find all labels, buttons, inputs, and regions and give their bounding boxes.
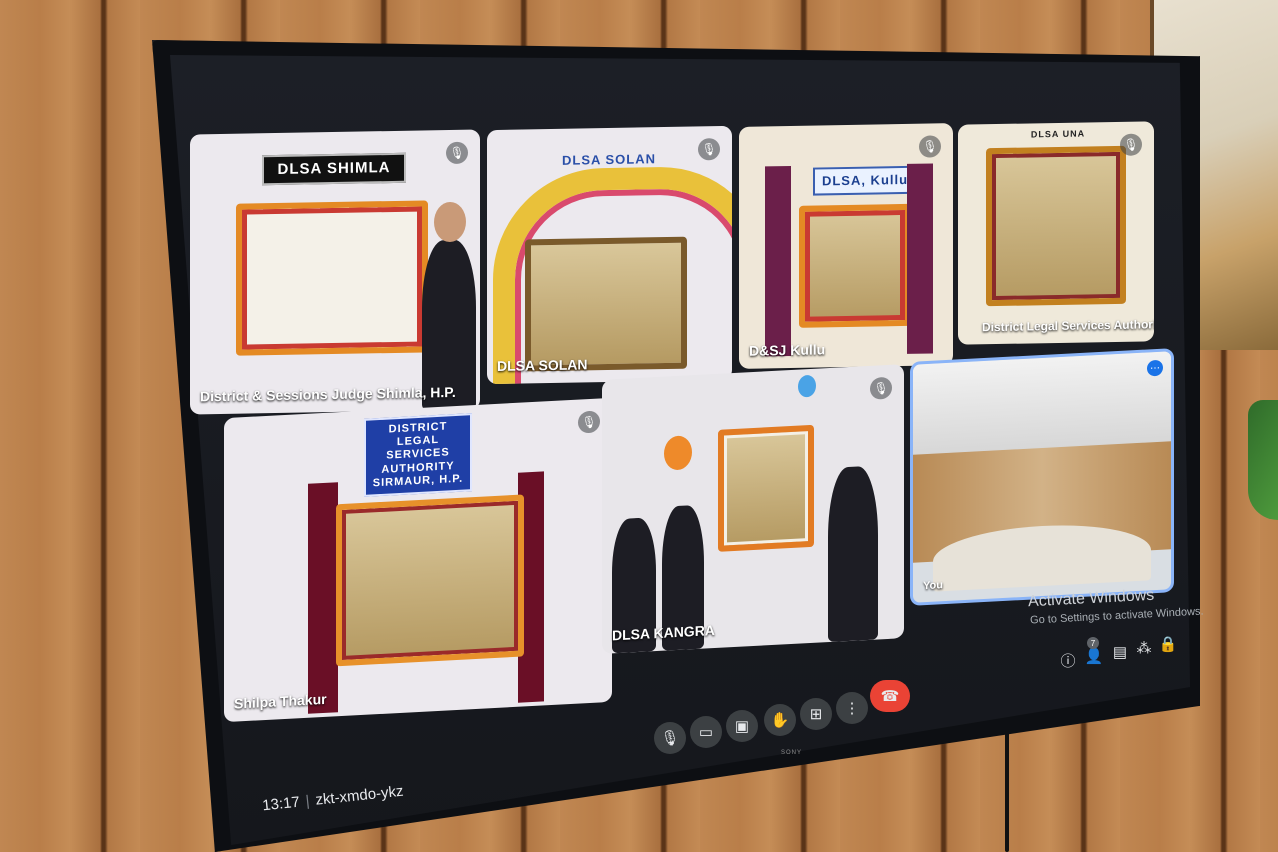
present-button[interactable]: ⊞ (800, 698, 832, 730)
muted-mic-icon: 🎙 (919, 135, 941, 158)
activities-icon[interactable]: ⁂ (1134, 638, 1154, 658)
host-controls-icon[interactable]: 🔒 (1158, 634, 1178, 654)
raise-hand-button[interactable]: ✋ (764, 704, 796, 736)
plaque-frame (718, 424, 814, 552)
meeting-details-icon[interactable]: ⓘ (1058, 650, 1078, 670)
balloon-blue (798, 374, 816, 398)
plaque-sign: DLSA SOLAN (561, 151, 657, 168)
curtain-right (907, 163, 933, 354)
muted-mic-icon: 🎙 (870, 376, 892, 400)
more-options-button[interactable]: ⋮ (836, 692, 868, 724)
participant-name: You (923, 579, 943, 593)
curtain-left (308, 482, 338, 714)
tv-brand-logo: SONY (781, 750, 803, 756)
person-head (434, 201, 466, 243)
participant-tile-sirmaur[interactable]: DISTRICT LEGAL SERVICES AUTHORITY SIRMAU… (224, 397, 612, 723)
plaque-frame (986, 145, 1126, 307)
participant-name: District & Sessions Judge Shimla, H.P. (200, 383, 456, 405)
camera-button[interactable]: ▭ (690, 716, 722, 748)
participant-name: District Legal Services Authority Una (982, 317, 1154, 335)
room-ceiling (913, 351, 1171, 455)
person-figure (828, 465, 878, 643)
muted-mic-icon: 🎙 (446, 141, 468, 165)
plaque-frame (799, 203, 911, 328)
participant-tile-self[interactable]: ⋯ You (910, 348, 1174, 606)
curtain-left (765, 165, 791, 357)
captions-button[interactable]: ▣ (726, 710, 758, 742)
people-count-badge: 7 (1087, 637, 1099, 649)
leave-call-button[interactable]: ☎ (870, 680, 910, 712)
participant-tile-una[interactable]: DLSA UNA 🎙 District Legal Services Autho… (958, 121, 1154, 345)
plant-leaf (1248, 400, 1278, 520)
muted-mic-icon: 🎙 (698, 138, 720, 161)
participant-name: D&SJ Kullu (749, 341, 826, 359)
plaque-frame (236, 200, 428, 356)
participant-tile-solan[interactable]: DLSA SOLAN 🎙 DLSA SOLAN (487, 125, 732, 385)
muted-mic-icon: 🎙 (578, 410, 600, 434)
info-separator: | (304, 792, 311, 810)
plaque-sign: DLSA, Kullu (813, 165, 917, 196)
mic-button[interactable]: 🎙 (654, 722, 686, 754)
tv-cable (1005, 720, 1009, 852)
participant-tile-kullu[interactable]: DLSA, Kullu 🎙 D&SJ Kullu (739, 123, 953, 369)
participant-tile-shimla[interactable]: DLSA SHIMLA 🎙 District & Sessions Judge … (190, 129, 480, 415)
chat-icon[interactable]: ▤ (1110, 642, 1130, 662)
muted-mic-icon: 🎙 (1120, 133, 1142, 156)
plaque-frame (525, 236, 687, 372)
plaque-frame (336, 494, 524, 667)
people-icon[interactable]: 👤 7 (1084, 637, 1104, 666)
plaque-sign: DLSA SHIMLA (262, 152, 406, 186)
balloon-orange (664, 435, 692, 471)
participant-name: DLSA SOLAN (497, 356, 588, 374)
participant-tile-kangra[interactable]: 🎙 DLSA KANGRA (602, 364, 904, 654)
plaque-sign: DISTRICT LEGAL SERVICES AUTHORITY SIRMAU… (364, 413, 472, 497)
plaque-sign: DLSA UNA (1030, 128, 1086, 140)
